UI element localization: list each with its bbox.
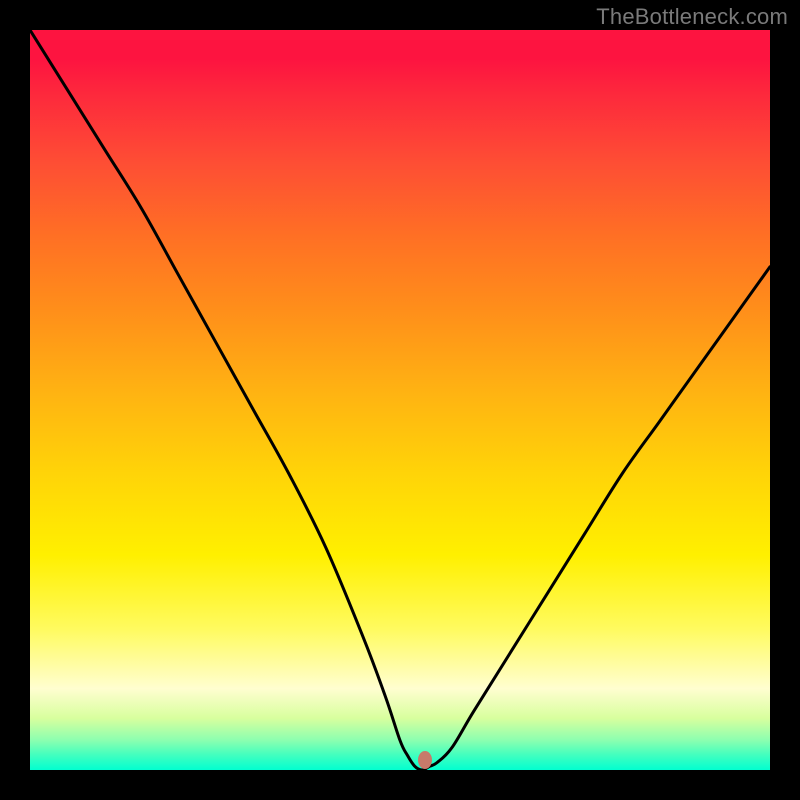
bottleneck-curve: [30, 30, 770, 770]
optimum-marker: [418, 751, 432, 769]
chart-frame: TheBottleneck.com: [0, 0, 800, 800]
plot-area: [30, 30, 770, 770]
watermark-text: TheBottleneck.com: [596, 4, 788, 30]
